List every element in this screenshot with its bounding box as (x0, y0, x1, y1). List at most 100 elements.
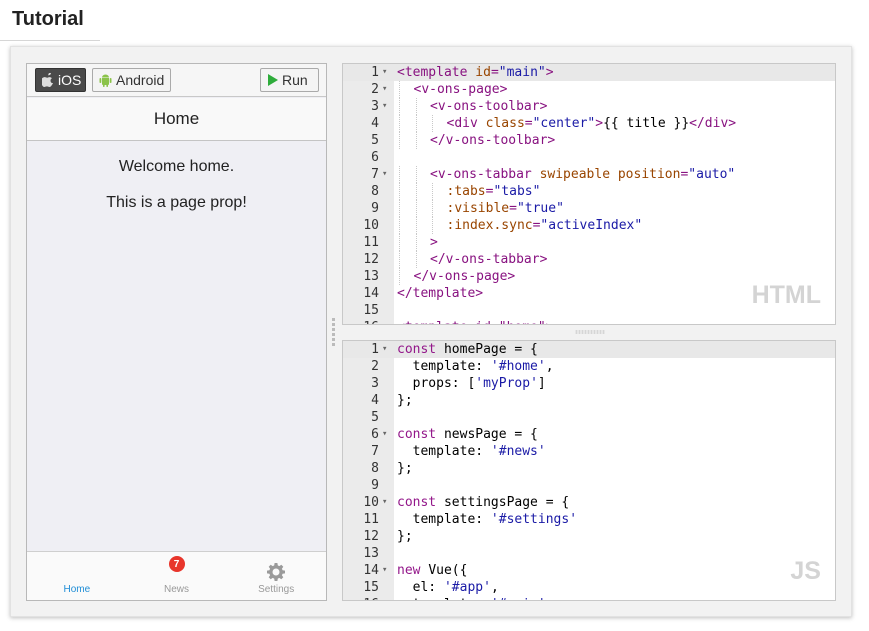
horizontal-split-handle[interactable] (575, 330, 605, 334)
code-line: 4 <div class="center">{{ title }}</div> (343, 115, 835, 132)
gear-icon (266, 562, 286, 585)
indent-guide (399, 132, 400, 149)
indent-guide (415, 183, 417, 200)
code-text: <template id="main"> (397, 65, 554, 80)
code-line: 12}; (343, 528, 835, 545)
code-text: </v-ons-toolbar> (430, 133, 556, 148)
line-number: 14 (363, 286, 379, 301)
ios-button-label: iOS (58, 72, 82, 88)
js-editor[interactable]: 1 ▾ const homePage = {2 template: '#home',… (342, 340, 836, 601)
html-editor[interactable]: 1 ▾ <template id="main"> 2 ▾ <v-ons-page> 3 ▾ <v… (342, 63, 836, 325)
js-language-label: JS (790, 557, 821, 585)
preview-pane: iOS Android Run Home Welcome home. This … (26, 63, 327, 601)
fold-toggle-icon[interactable]: ▾ (382, 166, 387, 183)
code-line: 10 ▾ const settingsPage = { (343, 494, 835, 511)
code-line: 16 template: '#main', (343, 596, 835, 600)
code-text: template: '#main', (397, 596, 554, 600)
code-text: :tabs="tabs" (446, 184, 541, 199)
code-line: 7 ▾ <v-ons-tabbar swipeable position="auto… (343, 166, 835, 183)
code-line: 3 ▾ <v-ons-toolbar> (343, 98, 835, 115)
code-text: </v-ons-tabbar> (430, 252, 548, 267)
code-line: 1 ▾ <template id="main"> (343, 64, 835, 81)
play-icon (267, 74, 278, 86)
fold-toggle-icon[interactable]: ▾ (382, 341, 387, 358)
line-number: 4 (371, 116, 379, 131)
line-number: 7 (371, 444, 379, 459)
vertical-split-handle[interactable] (331, 316, 336, 350)
line-number: 3 (371, 99, 379, 114)
code-line: 12 </v-ons-tabbar> (343, 251, 835, 268)
fold-toggle-icon[interactable]: ▾ (382, 562, 387, 579)
line-number: 8 (371, 184, 379, 199)
fold-toggle-icon[interactable]: ▾ (382, 426, 387, 443)
line-number: 6 (371, 150, 379, 165)
page-prop-text: This is a page prop! (106, 194, 247, 211)
line-number: 9 (371, 478, 379, 493)
code-text: <v-ons-page> (413, 82, 508, 97)
code-line: 16 <template id="home"> (343, 319, 835, 324)
line-number: 2 (371, 359, 379, 374)
tab-news[interactable]: 7 News (127, 552, 227, 600)
tab-settings[interactable]: Settings (226, 552, 326, 600)
fold-toggle-icon[interactable]: ▾ (382, 64, 387, 81)
fold-toggle-icon[interactable]: ▾ (382, 98, 387, 115)
code-line: 14 ▾ new Vue({ (343, 562, 835, 579)
code-text: template: '#settings' (397, 512, 578, 527)
tab-home[interactable]: Home (27, 552, 127, 600)
code-text: > (430, 235, 438, 250)
code-text: <div class="center">{{ title }}</div> (446, 116, 737, 131)
line-number: 15 (363, 303, 379, 318)
indent-guide (399, 98, 400, 115)
line-number: 13 (363, 546, 379, 561)
line-number: 11 (363, 512, 379, 527)
tabbar: Home 7 News Settings (27, 551, 326, 600)
line-number: 2 (371, 82, 379, 97)
code-line: 15 el: '#app', (343, 579, 835, 596)
line-number: 13 (363, 269, 379, 284)
line-number: 11 (363, 235, 379, 250)
ios-button[interactable]: iOS (35, 68, 86, 92)
line-number: 12 (363, 529, 379, 544)
code-text: const homePage = { (397, 342, 538, 357)
line-number: 6 (371, 427, 379, 442)
code-text: }; (397, 529, 413, 544)
indent-guide (432, 217, 433, 234)
code-text: const settingsPage = { (397, 495, 570, 510)
code-text: }; (397, 461, 413, 476)
preview-toolbar: Home (27, 98, 326, 141)
line-number: 16 (343, 319, 379, 324)
code-text: }; (397, 393, 413, 408)
code-line: 8 :tabs="tabs" (343, 183, 835, 200)
indent-guide (415, 234, 417, 251)
android-button[interactable]: Android (92, 68, 171, 92)
apple-icon (42, 73, 54, 87)
line-number: 3 (371, 376, 379, 391)
line-number: 15 (363, 580, 379, 595)
tab-home-label: Home (63, 584, 91, 595)
fold-toggle-icon[interactable]: ▾ (382, 81, 387, 98)
welcome-text: Welcome home. (118, 158, 235, 175)
title-underline (0, 40, 100, 41)
code-line: 10:index.sync="activeIndex" (343, 217, 835, 234)
indent-guide (399, 81, 400, 98)
indent-guide (415, 98, 417, 115)
code-line: 6 ▾ const newsPage = { (343, 426, 835, 443)
code-text: </v-ons-page> (413, 269, 516, 284)
line-number: 16 (343, 596, 379, 600)
indent-guide (415, 217, 417, 234)
indent-guide (399, 166, 400, 183)
run-button[interactable]: Run (260, 68, 319, 92)
code-line: 9:visible="true" (343, 200, 835, 217)
line-number: 10 (363, 218, 379, 233)
code-line: 2 ▾ <v-ons-page> (343, 81, 835, 98)
code-line: 7 template: '#news' (343, 443, 835, 460)
fold-toggle-icon[interactable]: ▾ (382, 494, 387, 511)
indent-guide (399, 217, 400, 234)
toolbar-title: Home (153, 109, 200, 128)
line-number: 1 (371, 65, 379, 80)
preview-content: Welcome home. This is a page prop! (27, 142, 326, 212)
indent-guide (399, 200, 400, 217)
code-line: 6 (343, 149, 835, 166)
code-text: <template id="home"> (397, 319, 554, 324)
run-button-label: Run (282, 72, 308, 88)
